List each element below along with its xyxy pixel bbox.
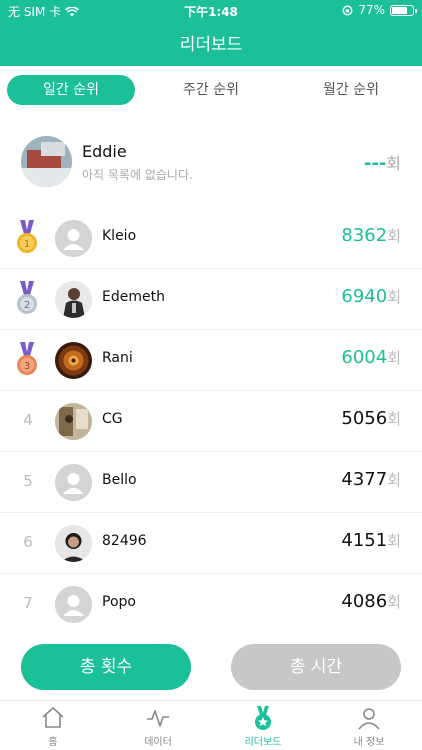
user-score: 8362회: [341, 225, 401, 246]
user-score: 4377회: [341, 469, 401, 490]
user-name: Bello: [102, 472, 137, 488]
list-item[interactable]: 5 Bello 4377회: [0, 452, 422, 513]
bottom-tab-bar: 홈 데이터 리더보드 내 정보: [0, 700, 422, 750]
avatar: [55, 525, 92, 562]
tabbar-label: 데이터: [144, 737, 172, 748]
tabbar-item-data[interactable]: 데이터: [118, 705, 198, 750]
header: 无 SIM 卡 下午1:48 77% 리더보드: [0, 0, 422, 66]
svg-text:1: 1: [24, 239, 30, 250]
tab-monthly[interactable]: 월간 순위: [287, 75, 415, 105]
bronze-medal-icon: 3: [17, 342, 37, 375]
tab-weekly[interactable]: 주간 순위: [147, 75, 275, 105]
rank-number: 7: [23, 594, 33, 612]
orientation-lock-icon: [342, 4, 353, 16]
tabbar-label: 내 정보: [353, 737, 385, 748]
list-item[interactable]: 6 82496 4151회: [0, 513, 422, 574]
user-name: 82496: [102, 533, 147, 549]
rank-number: 4: [23, 411, 33, 429]
my-status-text: 아직 목록에 없습니다.: [82, 168, 193, 182]
tab-daily[interactable]: 일간 순위: [7, 75, 135, 105]
activity-icon: [147, 710, 169, 727]
user-score: 4086회: [341, 591, 401, 612]
user-score: 6004회: [341, 347, 401, 368]
battery-percent: 77%: [358, 3, 385, 17]
user-name: Kleio: [102, 228, 137, 244]
user-score: 4151회: [341, 530, 401, 551]
list-item[interactable]: 4 CG 5056회: [0, 391, 422, 452]
total-time-button[interactable]: 총 시간: [231, 644, 401, 690]
tabbar-item-home[interactable]: 홈: [13, 705, 93, 750]
list-item[interactable]: 7 Popo 4086회: [0, 574, 422, 635]
user-score: 5056회: [341, 408, 401, 429]
home-icon: [42, 707, 64, 728]
tabbar-item-profile[interactable]: 내 정보: [329, 705, 409, 750]
user-name: Popo: [102, 594, 136, 610]
page-title: 리더보드: [179, 35, 243, 55]
tabbar-label: 리더보드: [244, 737, 282, 748]
battery-fill: [392, 6, 407, 14]
silver-medal-icon: 2: [17, 281, 37, 314]
battery-icon: [390, 4, 417, 16]
total-count-button[interactable]: 총 횟수: [21, 644, 191, 690]
avatar: [55, 586, 92, 623]
avatar: [55, 403, 92, 440]
list-item[interactable]: 3 Rani 6004회: [0, 330, 422, 391]
user-name: Rani: [102, 350, 133, 366]
my-score-unit: 회: [386, 154, 401, 173]
my-name: Eddie: [82, 142, 127, 161]
rank-number: 6: [23, 533, 33, 551]
ranking-tabs: 일간 순위 주간 순위 월간 순위: [7, 75, 415, 105]
user-name: CG: [102, 411, 123, 427]
my-ranking-row: Eddie 아직 목록에 없습니다. ---회: [0, 128, 422, 194]
status-bar: 无 SIM 卡 下午1:48 77%: [0, 0, 422, 22]
avatar: [21, 136, 72, 187]
my-score: ---회: [364, 150, 401, 174]
list-item[interactable]: 1 Kleio 8362회: [0, 208, 422, 269]
tabbar-item-leaderboard[interactable]: 리더보드: [223, 705, 303, 750]
user-name: Edemeth: [102, 289, 165, 305]
tabbar-label: 홈: [48, 737, 58, 748]
rank-number: 5: [23, 472, 33, 490]
gold-medal-icon: 1: [17, 220, 37, 253]
my-score-value: ---: [363, 153, 387, 174]
user-score: 6940회: [341, 286, 401, 307]
svg-text:3: 3: [24, 361, 30, 372]
list-item[interactable]: 2 Edemeth 6940회: [0, 269, 422, 330]
medal-icon: [255, 706, 271, 730]
avatar: [55, 342, 92, 379]
avatar: [55, 281, 92, 318]
svg-text:2: 2: [24, 300, 30, 311]
avatar: [55, 464, 92, 501]
avatar: [55, 220, 92, 257]
user-icon: [358, 708, 380, 730]
